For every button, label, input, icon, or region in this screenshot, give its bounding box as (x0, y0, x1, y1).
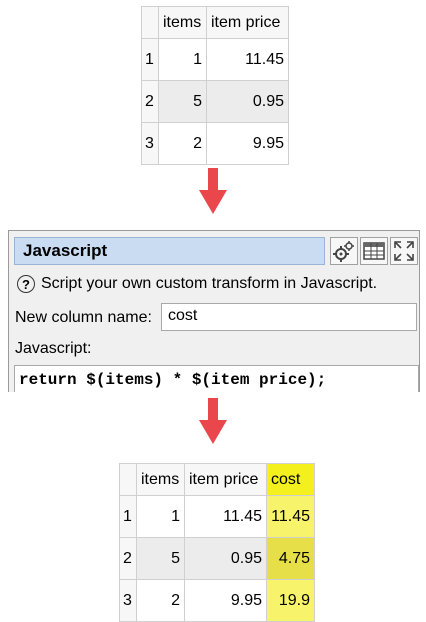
script-label: Javascript: (15, 340, 92, 357)
javascript-transform-panel: Javascript ? Script your own custom tran… (8, 230, 420, 392)
description: ? Script your own custom transform in Ja… (17, 275, 377, 293)
cell-items[interactable]: 2 (136, 579, 185, 622)
down-arrow-icon (199, 168, 227, 214)
cell-cost[interactable]: 19.9 (266, 579, 315, 622)
cell-item-price[interactable]: 11.45 (184, 495, 267, 538)
cell-items[interactable]: 1 (158, 38, 207, 81)
column-header-item-price[interactable]: item price (184, 463, 267, 496)
header-row: items item price cost (119, 463, 315, 496)
cell-item-price[interactable]: 9.95 (206, 122, 289, 165)
cell-item-price[interactable]: 0.95 (206, 80, 289, 123)
cell-items[interactable]: 2 (158, 122, 207, 165)
cell-item-price[interactable]: 0.95 (184, 537, 267, 580)
column-name-input[interactable]: cost (161, 303, 417, 331)
row-number: 2 (119, 537, 137, 580)
column-header-cost[interactable]: cost (266, 463, 315, 496)
panel-title[interactable]: Javascript (14, 237, 325, 265)
column-header-items[interactable]: items (136, 463, 185, 496)
column-name-label: New column name: (15, 309, 152, 326)
row-number: 3 (119, 579, 137, 622)
corner-cell (141, 6, 159, 39)
cell-items[interactable]: 5 (158, 80, 207, 123)
cell-item-price[interactable]: 11.45 (206, 38, 289, 81)
help-icon[interactable]: ? (17, 275, 35, 293)
gears-icon[interactable] (330, 237, 358, 265)
table-row: 2 5 0.95 4.75 (119, 537, 315, 580)
cell-item-price[interactable]: 9.95 (184, 579, 267, 622)
table-row: 2 5 0.95 (141, 80, 289, 123)
header-row: items item price (141, 6, 289, 39)
corner-cell (119, 463, 137, 496)
maximize-icon[interactable] (390, 237, 418, 265)
row-number: 3 (141, 122, 159, 165)
row-number: 1 (119, 495, 137, 538)
row-number: 1 (141, 38, 159, 81)
table-row: 1 1 11.45 (141, 38, 289, 81)
table-row: 3 2 9.95 19.9 (119, 579, 315, 622)
description-text: Script your own custom transform in Java… (41, 275, 378, 292)
output-table: items item price cost 1 1 11.45 11.45 2 … (119, 463, 315, 622)
cell-cost[interactable]: 11.45 (266, 495, 315, 538)
script-editor[interactable]: return $(items) * $(item price); (14, 365, 419, 392)
table-row: 1 1 11.45 11.45 (119, 495, 315, 538)
down-arrow-icon (199, 398, 227, 444)
table-row: 3 2 9.95 (141, 122, 289, 165)
table-icon[interactable] (360, 237, 388, 265)
cell-cost[interactable]: 4.75 (266, 537, 315, 580)
cell-items[interactable]: 1 (136, 495, 185, 538)
column-header-item-price[interactable]: item price (206, 6, 289, 39)
column-header-items[interactable]: items (158, 6, 207, 39)
cell-items[interactable]: 5 (136, 537, 185, 580)
row-number: 2 (141, 80, 159, 123)
input-table: items item price 1 1 11.45 2 5 0.95 3 2 … (141, 6, 289, 165)
